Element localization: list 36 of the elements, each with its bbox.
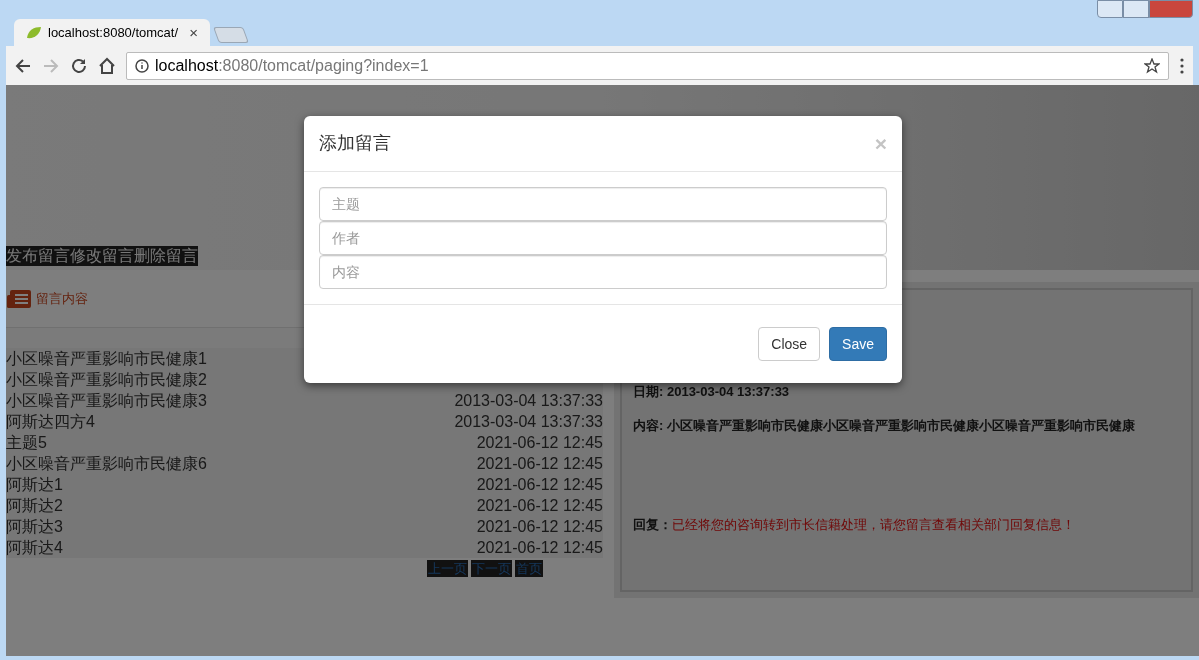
message-date: 2013-03-04 13:37:33 [454,411,603,432]
nav-link[interactable]: 删除留言 [134,246,198,266]
message-date: 2021-06-12 12:45 [476,537,603,558]
detail-date: 日期: 2013-03-04 13:37:33 [633,383,791,401]
leaf-icon [26,26,42,40]
address-bar[interactable]: localhost:8080/tomcat/paging?index=1 [126,51,1169,80]
home-icon[interactable] [98,56,116,75]
detail-content: 内容: 小区噪音严重影响市民健康小区噪音严重影响市民健康小区噪音严重影响市民健康 [633,416,1136,435]
input-field[interactable]: 主题 [319,187,887,221]
tab-title: localhost:8080/tomcat/ [48,24,179,43]
modal-title: 添加留言 [319,132,391,155]
info-icon [135,58,149,73]
reply-label: 回复： [633,516,672,534]
section-title: 留言内容 [36,289,88,308]
back-icon[interactable] [14,56,32,75]
menu-icon[interactable] [1179,56,1185,75]
url-host: localhost [155,56,219,74]
message-date: 2013-03-04 13:37:33 [454,390,603,411]
nav-link[interactable]: 修改留言 [70,246,134,266]
message-date: 2021-06-12 12:45 [476,432,603,453]
close-icon[interactable]: × [189,21,198,45]
star-icon[interactable] [1144,57,1160,74]
nav-link[interactable]: 发布留言 [6,246,70,266]
message-date: 2021-06-12 12:45 [476,474,603,495]
message-date: 2021-06-12 12:45 [476,453,603,474]
close-button[interactable]: Close [758,327,821,361]
browser-tab[interactable]: localhost:8080/tomcat/ × [14,19,210,47]
message-date: 2021-06-12 12:45 [476,516,603,537]
reply-text: 已经将您的咨询转到市长信籍处理，请您留言查看相关部门回复信息！ [672,516,1075,534]
reload-icon[interactable] [70,56,88,75]
message-date: 2021-06-12 12:45 [476,495,603,516]
window-controls[interactable] [1097,0,1193,18]
save-button[interactable]: Save [829,327,887,361]
url-path: :8080/tomcat/paging?index=1 [218,56,429,74]
input-field[interactable]: 内容 [319,255,887,289]
input-field[interactable]: 作者 [319,221,887,255]
